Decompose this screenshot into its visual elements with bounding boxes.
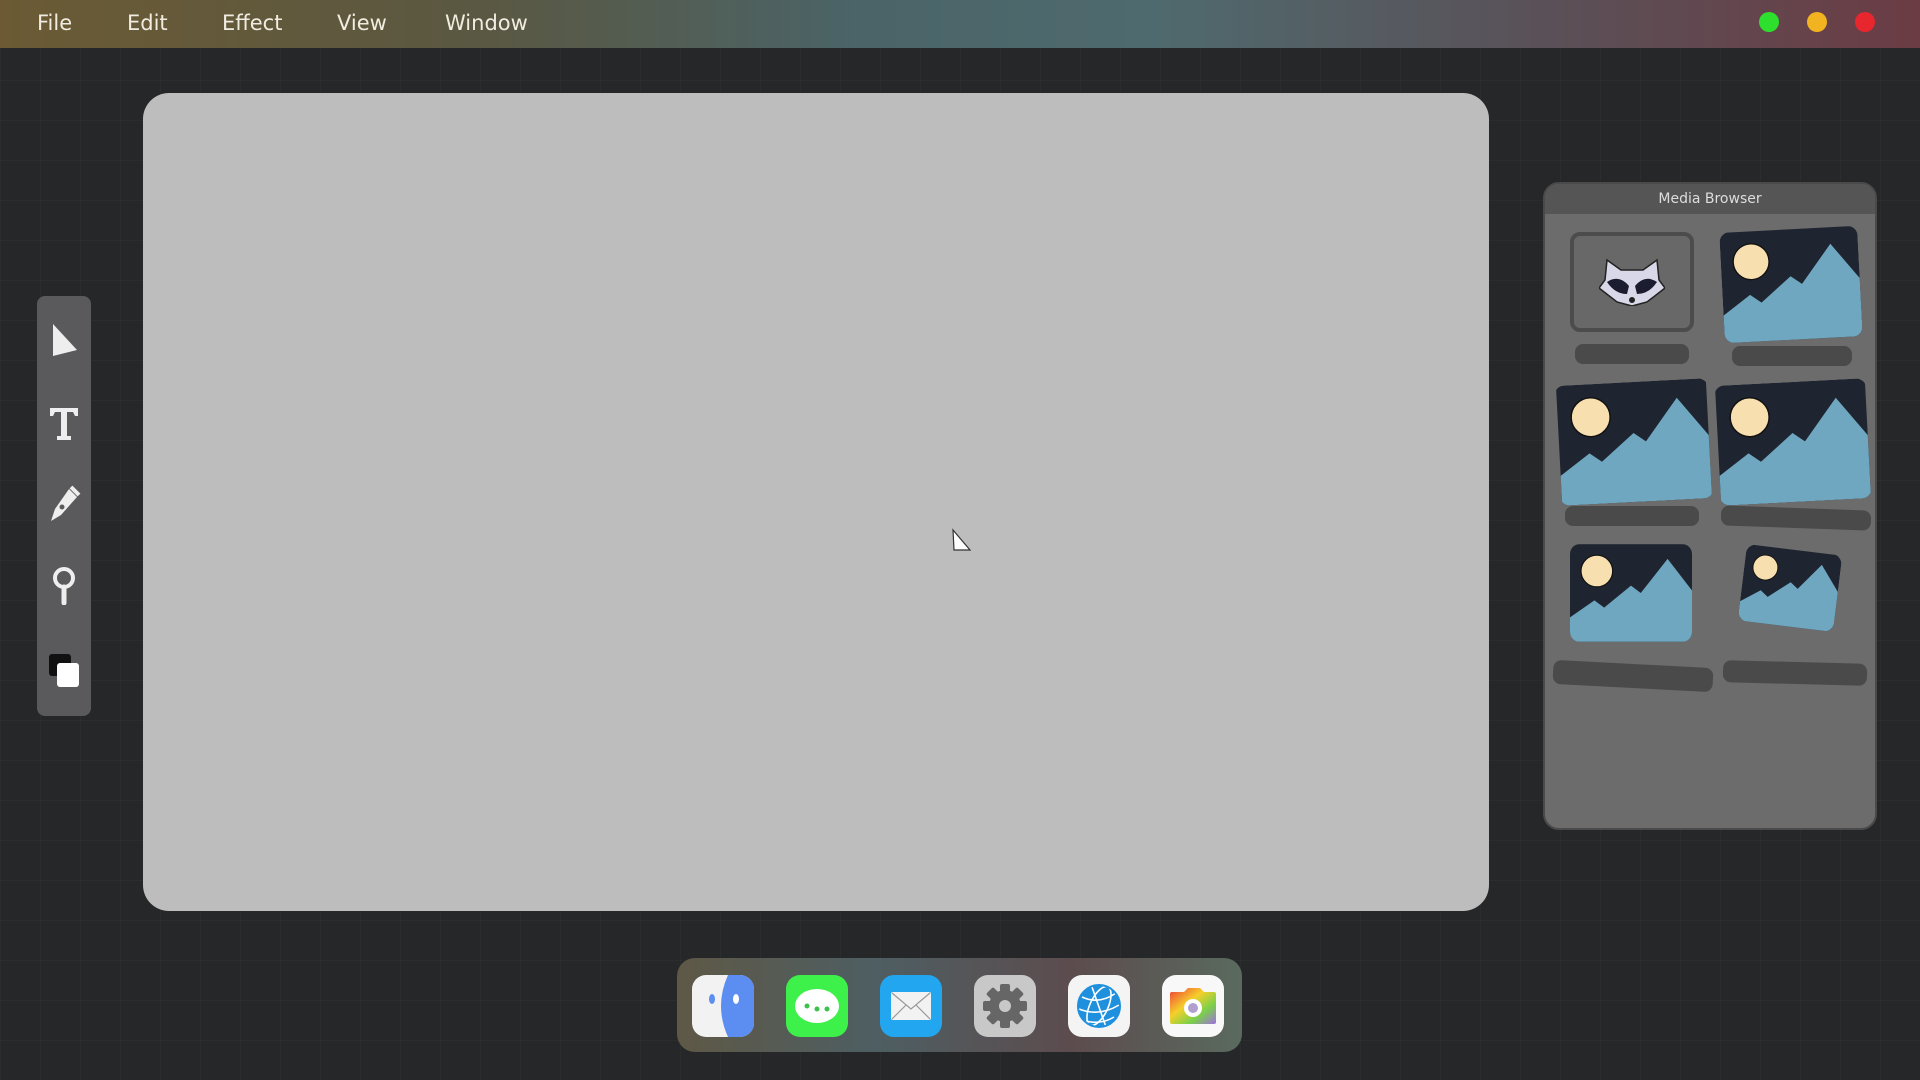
menu-file[interactable]: File <box>37 11 72 35</box>
media-browser-title: Media Browser <box>1545 184 1875 214</box>
mouse-cursor-icon <box>952 528 972 551</box>
media-item-landscape[interactable] <box>1737 543 1843 633</box>
maximize-button[interactable] <box>1759 12 1779 32</box>
select-arrow-icon[interactable] <box>44 320 84 360</box>
media-item-label <box>1565 506 1699 526</box>
dock-app-finder[interactable] <box>692 975 754 1037</box>
zoom-tool-icon[interactable] <box>44 565 84 605</box>
globe-icon <box>1077 984 1121 1028</box>
mail-icon <box>891 992 931 1020</box>
dock-app-mail[interactable] <box>880 975 942 1037</box>
canvas[interactable] <box>143 93 1489 911</box>
media-item-label <box>1720 505 1872 531</box>
media-item-landscape[interactable] <box>1554 378 1714 506</box>
minimize-button[interactable] <box>1807 12 1827 32</box>
menu-window[interactable]: Window <box>445 11 528 35</box>
media-item-landscape[interactable] <box>1719 225 1863 344</box>
dock-app-settings[interactable] <box>974 975 1036 1037</box>
menu-edit[interactable]: Edit <box>127 11 168 35</box>
finder-icon <box>709 975 754 1037</box>
dock-app-messages[interactable] <box>786 975 848 1037</box>
pen-tool-icon[interactable] <box>44 485 84 525</box>
text-tool-icon[interactable] <box>44 404 84 444</box>
media-item-landscape[interactable] <box>1570 544 1692 642</box>
media-item-label <box>1552 659 1714 693</box>
dock-app-browser[interactable] <box>1068 975 1130 1037</box>
dock <box>677 958 1242 1052</box>
camera-icon <box>1170 988 1216 1024</box>
menu-bar: File Edit Effect View Window <box>0 0 1920 48</box>
raccoon-icon <box>1599 258 1665 306</box>
color-swatch-icon[interactable] <box>44 651 84 691</box>
menu-effect[interactable]: Effect <box>222 11 282 35</box>
messages-icon <box>795 989 839 1023</box>
close-button[interactable] <box>1855 12 1875 32</box>
dock-app-camera[interactable] <box>1162 975 1224 1037</box>
media-browser-panel: Media Browser <box>1543 182 1877 830</box>
media-item-label <box>1722 660 1868 686</box>
media-item-raccoon[interactable] <box>1570 232 1694 332</box>
tool-palette <box>37 296 91 716</box>
menu-view[interactable]: View <box>337 11 387 35</box>
media-item-label <box>1575 344 1689 364</box>
gear-icon <box>983 984 1027 1028</box>
media-item-label <box>1732 346 1852 366</box>
media-item-landscape[interactable] <box>1714 378 1872 506</box>
